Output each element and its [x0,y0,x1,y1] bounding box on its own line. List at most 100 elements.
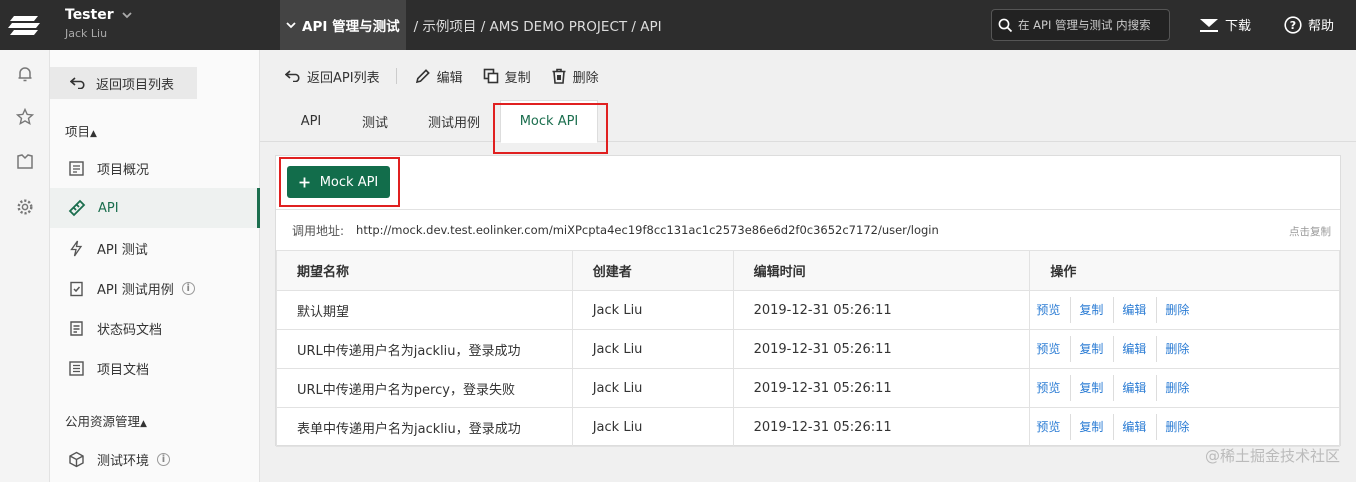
sidebar-item-test-env[interactable]: 测试环境 i [50,439,260,479]
copy-link[interactable]: 复制 [1077,375,1115,401]
sidebar-item-status-codes[interactable]: 状态码文档 [50,308,260,348]
toolbar-divider [395,68,397,84]
sidebar-item-api-test[interactable]: API 测试 [50,228,260,268]
edit-link[interactable]: 编辑 [1120,414,1158,440]
tab-test[interactable]: 测试 [350,100,400,142]
edit-time: 2019-12-31 05:26:11 [732,407,1031,447]
copy-icon [483,68,498,84]
section-public-toggle[interactable]: 公用资源管理▲ [65,411,147,430]
tab-api[interactable]: API [288,100,334,142]
api-tabs: API 测试 测试用例 Mock API [260,100,1356,143]
star-icon[interactable] [15,107,35,127]
document-icon [69,160,84,176]
back-to-api-list-button[interactable]: 返回API列表 [285,67,380,86]
column-header-creator: 创建者 [571,250,734,291]
icon-rail [0,50,50,482]
delete-link[interactable]: 删除 [1163,414,1199,440]
copy-link[interactable]: 复制 [1077,336,1115,362]
chevron-down-icon [286,21,296,28]
user-subtitle: Jack Liu [65,27,108,40]
table-row: 默认期望 Jack Liu 2019-12-31 05:26:11 预览 复制 编辑… [276,290,1340,330]
highlight-box [279,157,400,207]
delete-link[interactable]: 删除 [1163,297,1199,323]
delete-link[interactable]: 删除 [1163,375,1199,401]
help-icon: ? [1284,15,1302,34]
preview-link[interactable]: 预览 [1034,297,1072,323]
section-project-toggle[interactable]: 项目▲ [65,121,97,140]
expectation-name: 表单中传递用户名为jackliu，登录成功 [276,407,573,447]
caret-up-icon: ▲ [90,129,97,139]
copy-button[interactable]: 复制 [483,67,531,86]
sidebar-item-api[interactable]: API [50,188,260,228]
url-label: 调用地址: [292,223,345,238]
creator: Jack Liu [571,407,734,447]
sidebar: 返回项目列表 项目▲ 项目概况 API API 测试 API 测试用例 i 状态… [50,50,260,482]
clipboard-check-icon [70,281,83,296]
document-icon [69,360,84,376]
column-header-time: 编辑时间 [732,250,1031,291]
info-icon[interactable]: i [181,281,195,295]
table-row: 表单中传递用户名为jackliu，登录成功 Jack Liu 2019-12-3… [276,407,1340,447]
edit-time: 2019-12-31 05:26:11 [732,368,1031,408]
chevron-down-icon [121,11,132,18]
pencil-icon [415,69,430,84]
gear-icon[interactable] [15,197,35,217]
ruler-icon [68,199,86,217]
row-actions: 预览 复制 编辑 删除 [1029,368,1340,408]
preview-link[interactable]: 预览 [1034,336,1072,362]
trash-icon [552,68,566,84]
edit-link[interactable]: 编辑 [1120,336,1158,362]
column-header-name: 期望名称 [276,250,573,291]
expectation-name: URL中传递用户名为jackliu，登录成功 [276,329,573,369]
sidebar-item-overview[interactable]: 项目概况 [50,148,260,188]
list-doc-icon [70,320,83,336]
api-toolbar: 返回API列表 编辑 复制 删除 [285,66,619,86]
cube-icon [69,451,84,467]
breadcrumb-module[interactable]: API 管理与测试 [280,0,406,50]
copy-url-link[interactable]: 点击复制 [1289,224,1331,239]
mock-expectations-table: 期望名称 创建者 编辑时间 操作 默认期望 Jack Liu 2019-12-3… [276,250,1340,447]
mock-url: http://mock.dev.test.eolinker.com/miXPcp… [356,223,939,237]
creator: Jack Liu [571,329,734,369]
tab-test-cases[interactable]: 测试用例 [420,100,488,142]
sidebar-item-api-test-cases[interactable]: API 测试用例 i [50,268,260,308]
sidebar-item-project-docs[interactable]: 项目文档 [50,348,260,388]
back-to-projects-button[interactable]: 返回项目列表 [50,67,197,99]
column-header-actions: 操作 [1029,250,1340,291]
lightning-icon [70,240,83,256]
download-button[interactable]: 下载 [1199,15,1251,34]
shirt-icon[interactable] [15,152,35,172]
table-header-row: 期望名称 创建者 编辑时间 操作 [276,250,1340,291]
help-button[interactable]: ? 帮助 [1284,15,1334,34]
breadcrumb: API 管理与测试 / 示例项目 / AMS DEMO PROJECT / AP… [280,0,662,50]
logo-icon[interactable] [0,0,50,50]
copy-link[interactable]: 复制 [1077,414,1115,440]
watermark: @稀土掘金技术社区 [1204,447,1340,465]
highlight-box [493,103,608,154]
edit-link[interactable]: 编辑 [1120,297,1158,323]
edit-time: 2019-12-31 05:26:11 [732,329,1031,369]
preview-link[interactable]: 预览 [1034,414,1072,440]
return-icon [70,77,85,89]
edit-button[interactable]: 编辑 [415,67,463,86]
edit-link[interactable]: 编辑 [1120,375,1158,401]
download-icon [1200,18,1218,32]
table-row: URL中传递用户名为percy，登录失败 Jack Liu 2019-12-31… [276,368,1340,408]
preview-link[interactable]: 预览 [1034,375,1072,401]
search-placeholder: 在 API 管理与测试 内搜索 [1018,18,1151,32]
delete-link[interactable]: 删除 [1163,336,1199,362]
bell-icon[interactable] [15,64,35,84]
breadcrumb-path[interactable]: / 示例项目 / AMS DEMO PROJECT / API [406,15,662,35]
expectation-name: 默认期望 [276,290,573,330]
copy-link[interactable]: 复制 [1077,297,1115,323]
user-menu[interactable]: Tester Jack Liu [65,7,132,40]
caret-up-icon: ▲ [140,419,147,429]
expectation-name: URL中传递用户名为percy，登录失败 [276,368,573,408]
return-icon [285,70,300,82]
search-input[interactable]: 在 API 管理与测试 内搜索 [991,9,1170,41]
row-actions: 预览 复制 编辑 删除 [1029,407,1340,447]
mock-url-row: 调用地址: http://mock.dev.test.eolinker.com/… [276,209,1340,250]
delete-button[interactable]: 删除 [551,67,599,86]
info-icon[interactable]: i [157,452,171,466]
creator: Jack Liu [571,290,734,330]
